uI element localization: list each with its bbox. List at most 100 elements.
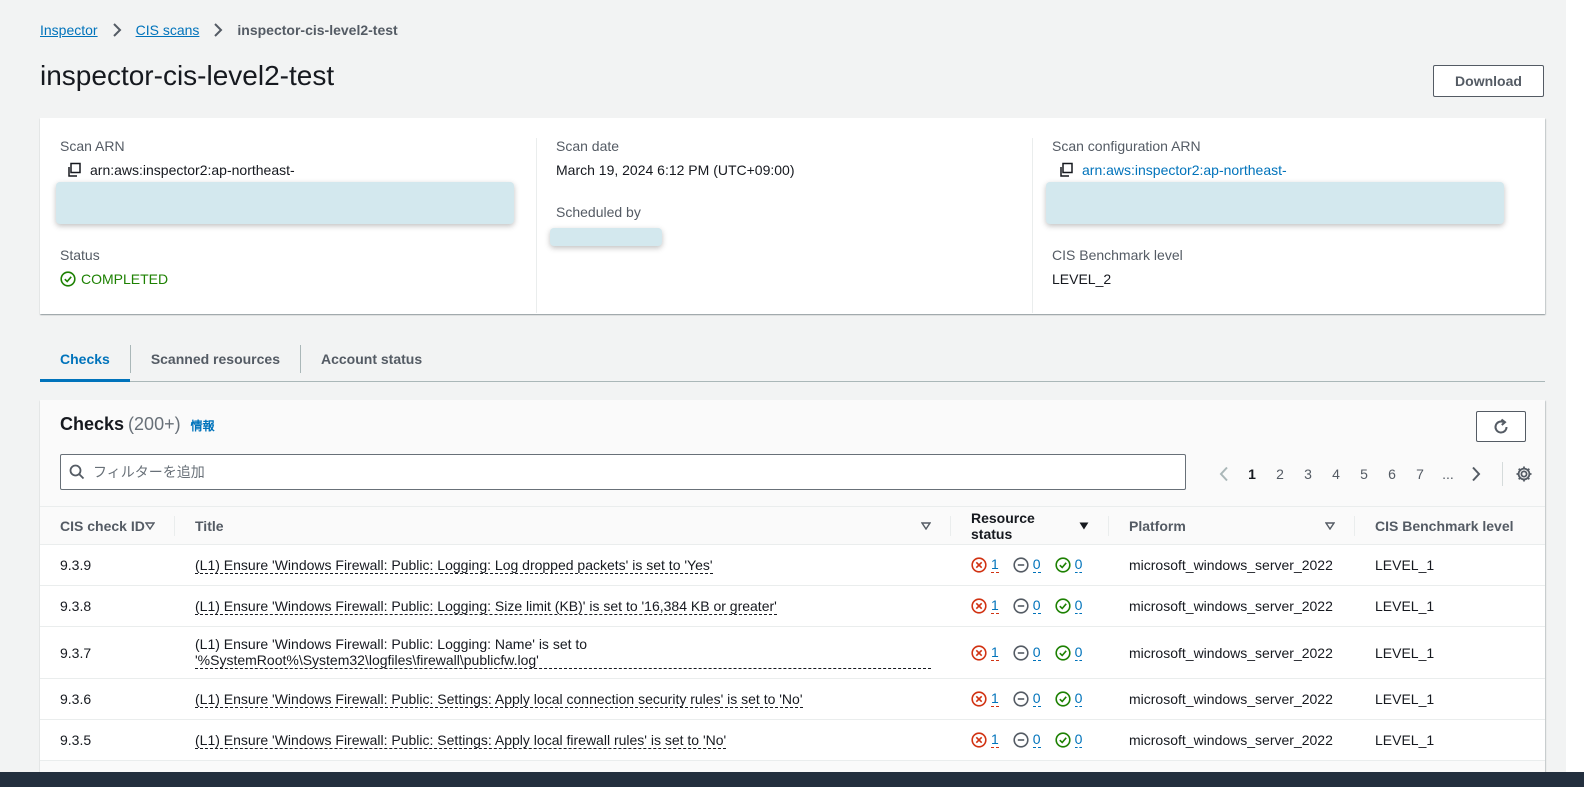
passed-count-link[interactable]: 0	[1074, 691, 1083, 707]
copy-icon[interactable]	[1058, 162, 1074, 178]
failed-icon	[971, 691, 987, 707]
config-arn-value[interactable]: arn:aws:inspector2:ap-northeast-	[1052, 162, 1287, 178]
breadcrumb-inspector-link[interactable]: Inspector	[40, 22, 98, 38]
previous-page-icon[interactable]	[1210, 466, 1238, 482]
filter-input[interactable]	[93, 464, 1173, 480]
check-title-link[interactable]: (L1) Ensure 'Windows Firewall: Public: L…	[195, 598, 777, 615]
failed-icon	[971, 598, 987, 614]
refresh-button[interactable]	[1476, 411, 1526, 442]
page-3[interactable]: 3	[1294, 466, 1322, 482]
scan-date-label: Scan date	[556, 138, 620, 154]
page-7[interactable]: 7	[1406, 466, 1434, 482]
platform-cell: microsoft_windows_server_2022	[1109, 719, 1355, 761]
scan-date-value: March 19, 2024 6:12 PM (UTC+09:00)	[556, 162, 795, 178]
table-row: 9.3.6 (L1) Ensure 'Windows Firewall: Publ…	[40, 678, 1545, 720]
failed-count-link[interactable]: 1	[991, 691, 999, 707]
page-1[interactable]: 1	[1238, 466, 1266, 482]
checks-count: (200+)	[128, 414, 181, 434]
column-header-resource-status[interactable]: Resource status	[951, 506, 1109, 545]
chevron-right-icon	[112, 23, 122, 37]
check-title-link[interactable]: (L1) Ensure 'Windows Firewall: Public: L…	[195, 636, 931, 669]
skipped-icon	[1013, 644, 1029, 661]
benchmark-level-cell: LEVEL_1	[1355, 585, 1545, 627]
check-title-link[interactable]: (L1) Ensure 'Windows Firewall: Public: L…	[195, 557, 713, 574]
copy-icon[interactable]	[66, 162, 82, 178]
page-5[interactable]: 5	[1350, 466, 1378, 482]
passed-count-link[interactable]: 0	[1074, 557, 1083, 573]
benchmark-level-cell: LEVEL_1	[1355, 678, 1545, 720]
table-row: 9.3.5 (L1) Ensure 'Windows Firewall: Publ…	[40, 719, 1545, 761]
check-title-link[interactable]: (L1) Ensure 'Windows Firewall: Public: S…	[195, 691, 803, 708]
refresh-icon	[1494, 418, 1508, 433]
table-header-row: CIS check ID Title Resource status Platf…	[40, 506, 1545, 545]
page-6[interactable]: 6	[1378, 466, 1406, 482]
cis-check-id-cell: 9.3.6	[40, 678, 175, 720]
filter-field[interactable]	[60, 454, 1186, 490]
breadcrumb-cis-scans-link[interactable]: CIS scans	[136, 22, 200, 38]
title-cell: (L1) Ensure 'Windows Firewall: Public: L…	[175, 585, 951, 627]
config-arn-label: Scan configuration ARN	[1052, 138, 1201, 154]
download-button[interactable]: Download	[1433, 65, 1544, 97]
failed-icon	[971, 557, 987, 573]
page-ellipsis: ...	[1442, 466, 1454, 482]
resource-status-cell: 1 0 0	[951, 719, 1109, 761]
scrollbar[interactable]	[1566, 0, 1584, 772]
cis-check-id-cell: 9.3.8	[40, 585, 175, 627]
passed-icon	[1054, 557, 1071, 573]
info-link[interactable]: 情報	[191, 417, 215, 434]
title-cell: (L1) Ensure 'Windows Firewall: Public: S…	[175, 719, 951, 761]
skipped-count-link[interactable]: 0	[1032, 557, 1041, 573]
checks-title: Checks	[60, 414, 125, 434]
gear-icon[interactable]	[1515, 465, 1533, 483]
column-divider	[1032, 138, 1033, 313]
sort-icon	[921, 521, 931, 530]
scan-arn-value: arn:aws:inspector2:ap-northeast-	[60, 162, 295, 178]
title-cell: (L1) Ensure 'Windows Firewall: Public: S…	[175, 678, 951, 720]
next-page-icon[interactable]	[1462, 466, 1490, 482]
column-header-cis-benchmark-level[interactable]: CIS Benchmark level	[1355, 506, 1545, 545]
status-label: Status	[60, 247, 100, 263]
title-cell: (L1) Ensure 'Windows Firewall: Public: L…	[175, 626, 951, 679]
tab-scanned-resources[interactable]: Scanned resources	[131, 337, 300, 381]
skipped-count-link[interactable]: 0	[1032, 598, 1041, 614]
chevron-right-icon	[213, 23, 223, 37]
platform-cell: microsoft_windows_server_2022	[1109, 585, 1355, 627]
column-header-title[interactable]: Title	[175, 506, 951, 545]
scan-details-panel: Scan ARN arn:aws:inspector2:ap-northeast…	[40, 118, 1545, 314]
column-header-platform[interactable]: Platform	[1109, 506, 1355, 545]
failed-count-link[interactable]: 1	[991, 598, 999, 614]
tab-bar: Checks Scanned resources Account status	[40, 337, 1545, 382]
passed-count-link[interactable]: 0	[1074, 732, 1083, 748]
platform-cell: microsoft_windows_server_2022	[1109, 626, 1355, 679]
scan-arn-text: arn:aws:inspector2:ap-northeast-	[90, 162, 295, 178]
cis-check-id-cell: 9.3.5	[40, 719, 175, 761]
page-4[interactable]: 4	[1322, 466, 1350, 482]
passed-count-link[interactable]: 0	[1074, 644, 1083, 661]
passed-icon	[1054, 732, 1071, 748]
failed-count-link[interactable]: 1	[991, 732, 999, 748]
skipped-count-link[interactable]: 0	[1032, 691, 1041, 707]
resource-status-cell: 1 0 0	[951, 544, 1109, 586]
redacted-block	[56, 182, 514, 224]
table-row: 9.3.8 (L1) Ensure 'Windows Firewall: Publ…	[40, 585, 1545, 627]
skipped-count-link[interactable]: 0	[1032, 644, 1041, 661]
column-header-cis-check-id[interactable]: CIS check ID	[40, 506, 175, 545]
failed-count-link[interactable]: 1	[991, 644, 999, 661]
redacted-block	[550, 228, 662, 246]
cis-check-id-cell: 9.3.9	[40, 544, 175, 586]
tab-checks[interactable]: Checks	[40, 337, 130, 382]
check-title-link[interactable]: (L1) Ensure 'Windows Firewall: Public: S…	[195, 732, 727, 749]
benchmark-level-cell: LEVEL_1	[1355, 544, 1545, 586]
config-arn-link[interactable]: arn:aws:inspector2:ap-northeast-	[1082, 162, 1287, 178]
check-circle-icon	[60, 271, 76, 287]
column-divider	[536, 138, 537, 313]
skipped-count-link[interactable]: 0	[1032, 732, 1041, 748]
resource-status-cell: 1 0 0	[951, 585, 1109, 627]
breadcrumb-current: inspector-cis-level2-test	[237, 22, 398, 38]
title-cell: (L1) Ensure 'Windows Firewall: Public: L…	[175, 544, 951, 586]
scheduled-by-label: Scheduled by	[556, 204, 641, 220]
failed-count-link[interactable]: 1	[991, 557, 999, 573]
passed-count-link[interactable]: 0	[1074, 598, 1083, 614]
tab-account-status[interactable]: Account status	[301, 337, 442, 381]
page-2[interactable]: 2	[1266, 466, 1294, 482]
